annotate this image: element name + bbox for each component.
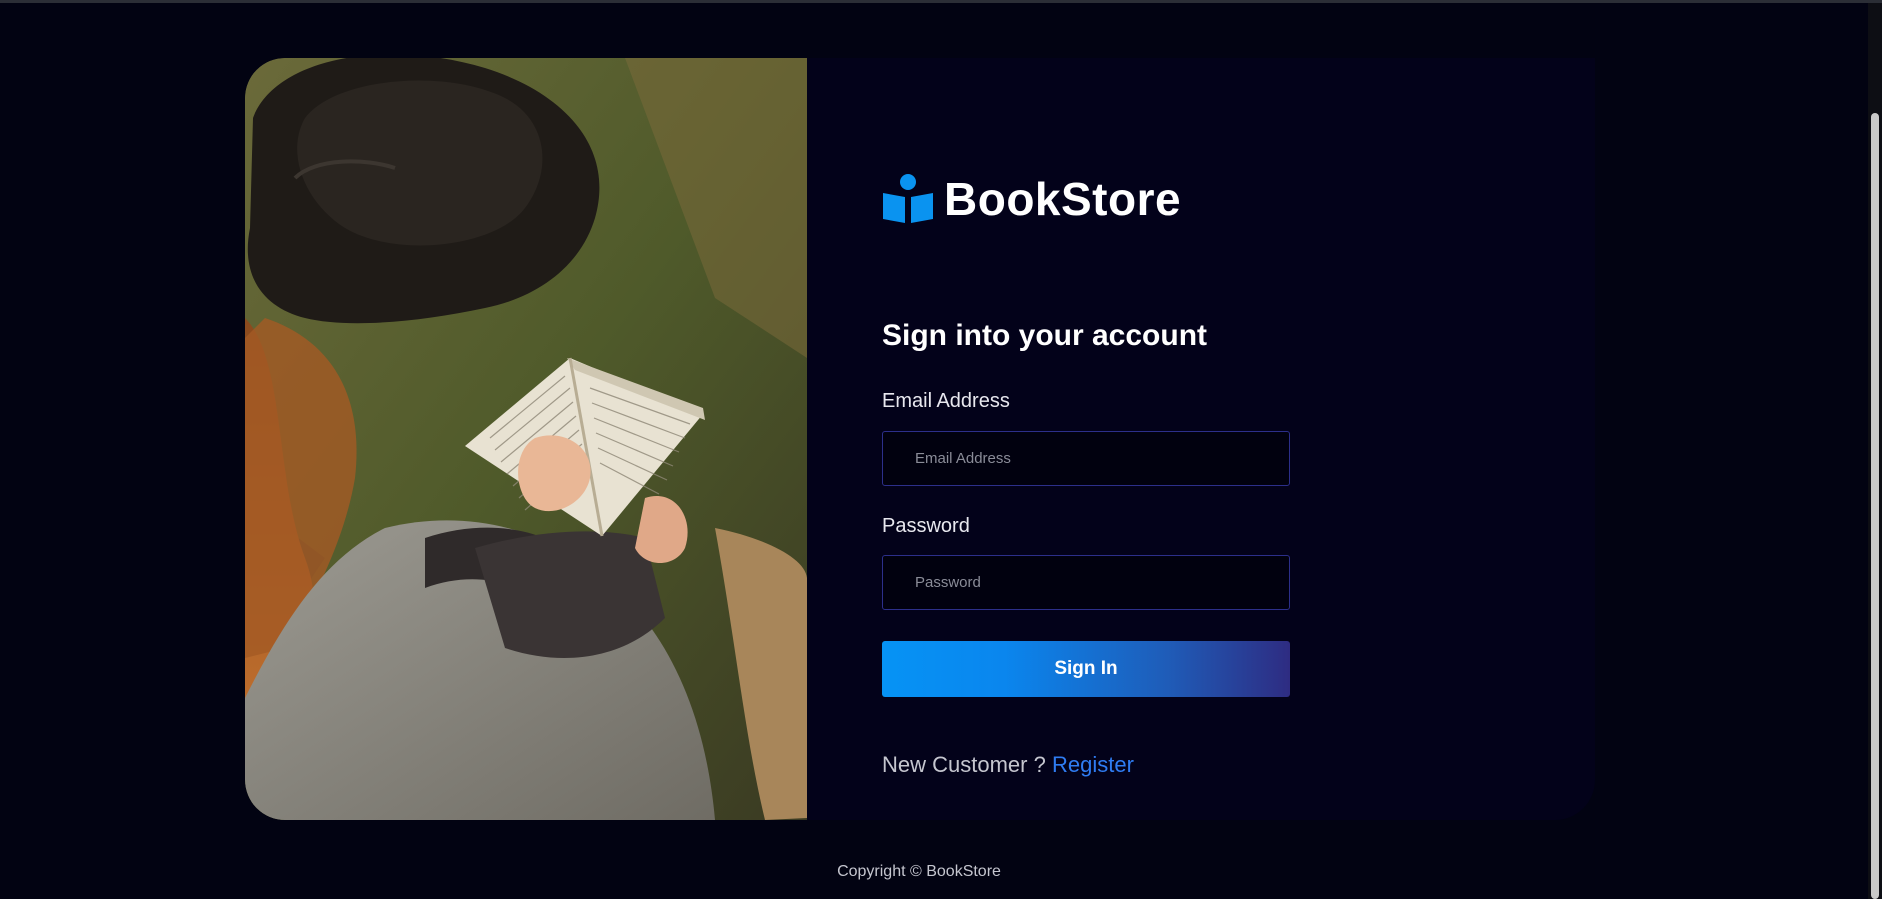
reading-photo: [245, 58, 807, 820]
brand-name: BookStore: [944, 173, 1182, 225]
password-field[interactable]: [882, 555, 1290, 610]
register-link[interactable]: Register: [1052, 752, 1134, 777]
password-label: Password: [882, 515, 970, 537]
sign-in-button[interactable]: Sign In: [882, 641, 1290, 697]
new-customer-text: New Customer ?: [882, 752, 1046, 777]
page-title: Sign into your account: [882, 319, 1208, 352]
window-top-border: [0, 0, 1882, 3]
register-prompt: New Customer ? Register: [882, 750, 1134, 780]
email-label: Email Address: [882, 390, 1010, 412]
reader-book-icon: [883, 174, 933, 223]
scrollbar-thumb[interactable]: [1871, 113, 1879, 899]
page-scrollbar[interactable]: [1868, 3, 1882, 899]
woman-reading-book-image: [245, 58, 807, 820]
login-card: BookStore Sign into your account Email A…: [245, 58, 1595, 820]
sign-in-form: BookStore Sign into your account Email A…: [882, 58, 1302, 820]
brand-logo: BookStore: [882, 172, 1181, 226]
email-field[interactable]: [882, 431, 1290, 486]
footer-copyright: Copyright © BookStore: [837, 863, 1001, 880]
